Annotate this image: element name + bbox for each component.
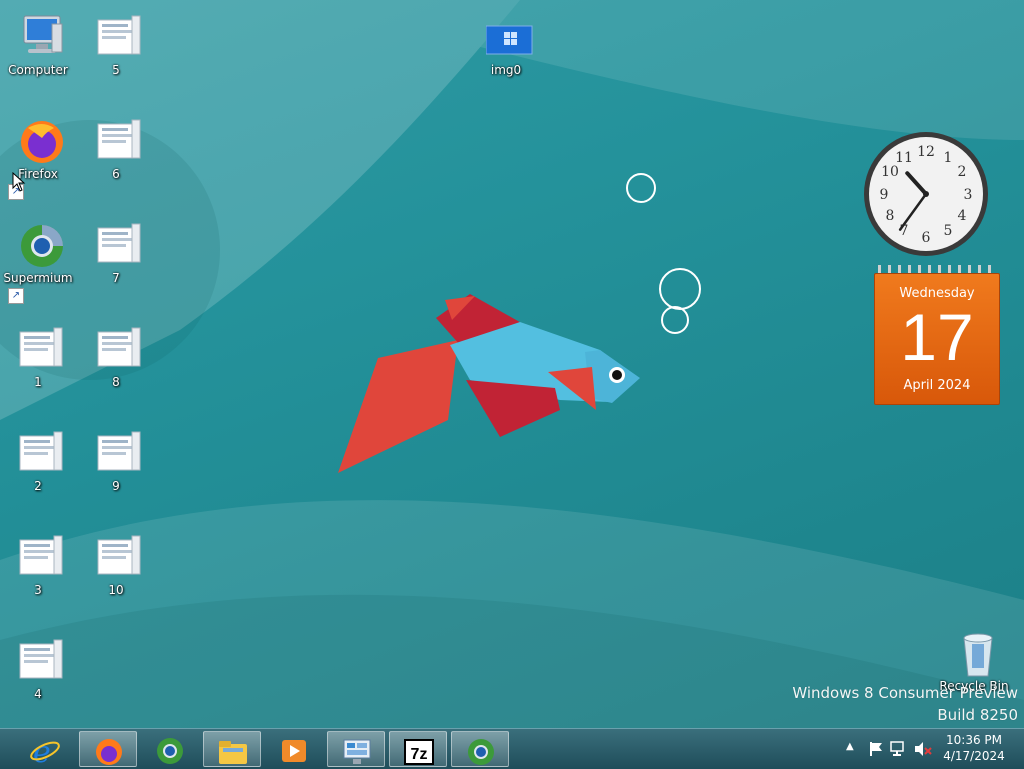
- icon-label: Supermium: [3, 271, 73, 285]
- supermium-icon: [468, 739, 494, 765]
- desktop-icon-supermium[interactable]: ↗ Supermium: [3, 214, 73, 304]
- taskbar-button-control-panel[interactable]: [327, 731, 385, 767]
- network-icon[interactable]: [890, 741, 906, 757]
- control-panel-icon: [343, 739, 371, 764]
- watermark-line2: Build 8250: [937, 706, 1018, 724]
- show-hidden-icons-chevron-icon[interactable]: ▲: [846, 741, 854, 752]
- desktop-icon-file-2[interactable]: 2: [6, 422, 70, 512]
- icon-label: 9: [112, 479, 120, 493]
- recycle-bin-icon: [963, 633, 993, 677]
- calendar-gadget[interactable]: Wednesday 17 April 2024: [874, 265, 1000, 405]
- file-icon: [97, 119, 141, 159]
- wallpaper: [0, 0, 1024, 728]
- calendar-weekday: Wednesday: [899, 286, 975, 301]
- folder-icon: [219, 741, 247, 764]
- clock-date: 4/17/2024: [943, 749, 1005, 763]
- desktop-icon-file-10[interactable]: 10: [84, 526, 148, 616]
- desktop-icon-img0[interactable]: img0: [474, 6, 538, 96]
- bubble: [626, 173, 656, 203]
- taskbar-button-supermium-2[interactable]: [451, 731, 509, 767]
- file-icon: [97, 431, 141, 471]
- icon-label: 6: [112, 167, 120, 181]
- taskbar-button-ie[interactable]: e: [16, 731, 74, 767]
- file-icon: [19, 327, 63, 367]
- firefox-icon: [96, 739, 122, 765]
- notification-area: ▲ 10:36 PM 4/17/2024: [842, 729, 1024, 769]
- taskbar-button-firefox[interactable]: [79, 731, 137, 767]
- 7zip-icon: 7z: [404, 739, 434, 765]
- svg-text:2: 2: [958, 164, 967, 180]
- icon-label: Computer: [8, 63, 68, 77]
- image-thumbnail-icon: [486, 25, 533, 55]
- taskbar: e 7z ▲ 10:36 PM 4/17/2024: [0, 728, 1024, 769]
- desktop-icon-file-8[interactable]: 8: [84, 318, 148, 408]
- desktop-icon-file-4[interactable]: 4: [6, 630, 70, 720]
- icon-label: 7: [112, 271, 120, 285]
- taskbar-button-media-player[interactable]: [265, 731, 323, 767]
- icon-label: img0: [490, 63, 522, 77]
- clock-time: 10:36 PM: [946, 733, 1002, 747]
- taskbar-button-supermium[interactable]: [141, 731, 199, 767]
- file-icon: [19, 639, 63, 679]
- bubble: [659, 268, 701, 310]
- mouse-cursor-icon: [12, 172, 26, 192]
- desktop-icon-file-5[interactable]: 5: [84, 6, 148, 96]
- supermium-icon: [21, 225, 63, 267]
- svg-text:5: 5: [944, 223, 953, 239]
- icon-label: 4: [34, 687, 42, 701]
- file-icon: [97, 223, 141, 263]
- desktop-icon-file-3[interactable]: 3: [6, 526, 70, 616]
- clock-gadget[interactable]: 12 1 2 3 4 5 6 7 8 9 10 11: [862, 130, 990, 258]
- icon-label: 8: [112, 375, 120, 389]
- file-icon: [97, 327, 141, 367]
- firefox-icon: [21, 121, 63, 163]
- svg-text:11: 11: [895, 150, 913, 166]
- svg-text:1: 1: [944, 150, 953, 166]
- svg-text:6: 6: [922, 230, 931, 246]
- desktop: Computer ↗ Firefox ↗ Supermium 1 2 3 4 5…: [0, 0, 1024, 728]
- svg-text:3: 3: [964, 187, 973, 203]
- ie-icon: e: [30, 735, 60, 767]
- taskbar-button-file-explorer[interactable]: [203, 731, 261, 767]
- icon-label: 2: [34, 479, 42, 493]
- svg-text:8: 8: [886, 208, 895, 224]
- windows-watermark: Windows 8 Consumer Preview Build 8250: [792, 682, 1018, 726]
- action-center-flag-icon[interactable]: [868, 741, 884, 757]
- shortcut-arrow-icon: ↗: [8, 288, 24, 304]
- file-icon: [97, 15, 141, 55]
- svg-text:4: 4: [958, 208, 967, 224]
- svg-text:10: 10: [881, 164, 899, 180]
- icon-label: 1: [34, 375, 42, 389]
- taskbar-button-7zip[interactable]: 7z: [389, 731, 447, 767]
- bubble: [661, 306, 689, 334]
- supermium-icon: [157, 738, 183, 764]
- media-player-icon: [282, 740, 306, 762]
- calendar-month-year: April 2024: [903, 378, 971, 393]
- desktop-icon-file-6[interactable]: 6: [84, 110, 148, 200]
- desktop-icon-computer[interactable]: Computer: [6, 6, 70, 96]
- calendar-page: Wednesday 17 April 2024: [874, 273, 1000, 405]
- desktop-icon-file-9[interactable]: 9: [84, 422, 148, 512]
- desktop-icon-file-7[interactable]: 7: [84, 214, 148, 304]
- watermark-line1: Windows 8 Consumer Preview: [792, 684, 1018, 702]
- betta-fish: [338, 294, 640, 473]
- icon-label: 5: [112, 63, 120, 77]
- svg-text:12: 12: [917, 144, 935, 160]
- icon-label: 10: [108, 583, 124, 597]
- calendar-day: 17: [900, 300, 974, 374]
- system-clock[interactable]: 10:36 PM 4/17/2024: [938, 732, 1010, 764]
- file-icon: [19, 535, 63, 575]
- svg-text:9: 9: [880, 187, 889, 203]
- svg-text:7z: 7z: [411, 746, 428, 763]
- desktop-icon-file-1[interactable]: 1: [6, 318, 70, 408]
- computer-icon: [23, 15, 63, 53]
- volume-muted-icon[interactable]: [914, 741, 932, 757]
- file-icon: [97, 535, 141, 575]
- icon-label: 3: [34, 583, 42, 597]
- file-icon: [19, 431, 63, 471]
